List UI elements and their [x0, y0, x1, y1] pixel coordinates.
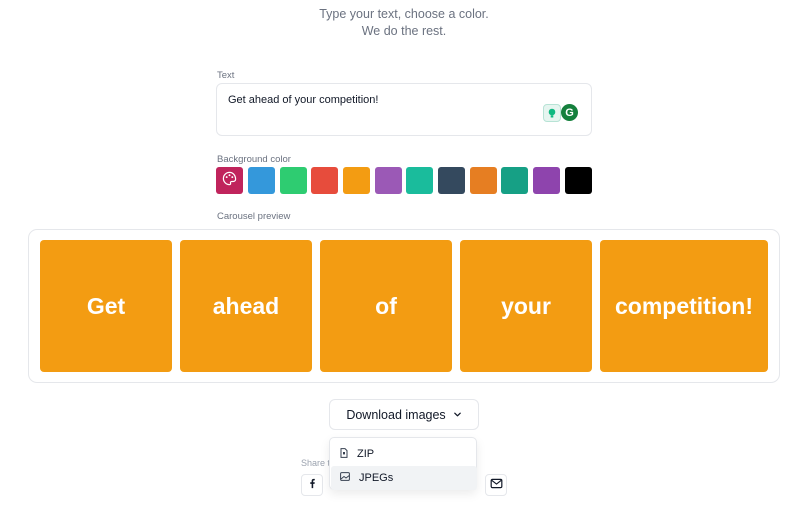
carousel-slide-3: of	[320, 240, 452, 372]
color-swatch-8[interactable]	[470, 167, 497, 194]
download-images-button[interactable]: Download images	[329, 399, 479, 430]
carousel-slide-5: competition!	[600, 240, 768, 372]
image-icon	[340, 472, 350, 484]
menu-item-zip-label: ZIP	[357, 448, 375, 460]
color-swatch-2[interactable]	[280, 167, 307, 194]
carousel-slide-text: competition!	[615, 292, 753, 319]
color-swatch-7[interactable]	[438, 167, 465, 194]
mail-icon	[490, 476, 503, 494]
chevron-down-icon	[453, 408, 462, 422]
menu-item-zip[interactable]: ZIP	[331, 442, 477, 466]
tagline-line-1: Type your text, choose a color.	[319, 7, 489, 21]
lightbulb-icon[interactable]	[543, 104, 561, 122]
carousel-slide-2: ahead	[180, 240, 312, 372]
carousel-slide-text: Get	[86, 292, 126, 319]
carousel-preview-label: Carousel preview	[217, 211, 291, 222]
color-swatch-6[interactable]	[406, 167, 433, 194]
color-swatch-10[interactable]	[533, 167, 560, 194]
grammarly-icon[interactable]: G	[561, 104, 578, 121]
color-swatch-11[interactable]	[565, 167, 592, 194]
swatch-custom-color-picker[interactable]	[216, 167, 243, 194]
palette-icon	[222, 171, 237, 191]
menu-item-jpegs-label: JPEGs	[359, 472, 394, 484]
tagline-line-2: We do the rest.	[361, 24, 447, 38]
share-label: Share t	[301, 458, 331, 468]
text-field-label: Text	[217, 70, 235, 81]
carousel-slide-text: ahead	[212, 292, 280, 319]
background-color-label: Background color	[217, 154, 291, 165]
download-images-label: Download images	[346, 407, 446, 422]
carousel-slide-text: of	[375, 292, 397, 319]
menu-item-jpegs[interactable]: JPEGs	[331, 466, 477, 490]
download-format-menu: ZIP JPEGs	[329, 437, 477, 490]
carousel-slide-4: your	[460, 240, 592, 372]
color-swatch-5[interactable]	[375, 167, 402, 194]
text-input[interactable]: Get ahead of your competition! G	[216, 83, 592, 136]
carousel-slide-1: Get	[40, 240, 172, 372]
carousel-slide-text: your	[501, 292, 551, 319]
share-email-button[interactable]	[485, 474, 507, 496]
text-input-value: Get ahead of your competition!	[228, 94, 379, 106]
file-zip-icon	[340, 447, 348, 461]
color-swatch-4[interactable]	[343, 167, 370, 194]
color-swatch-3[interactable]	[311, 167, 338, 194]
color-swatch-9[interactable]	[501, 167, 528, 194]
color-swatch-1[interactable]	[248, 167, 275, 194]
share-facebook-button[interactable]	[301, 474, 323, 496]
facebook-icon	[307, 476, 317, 494]
